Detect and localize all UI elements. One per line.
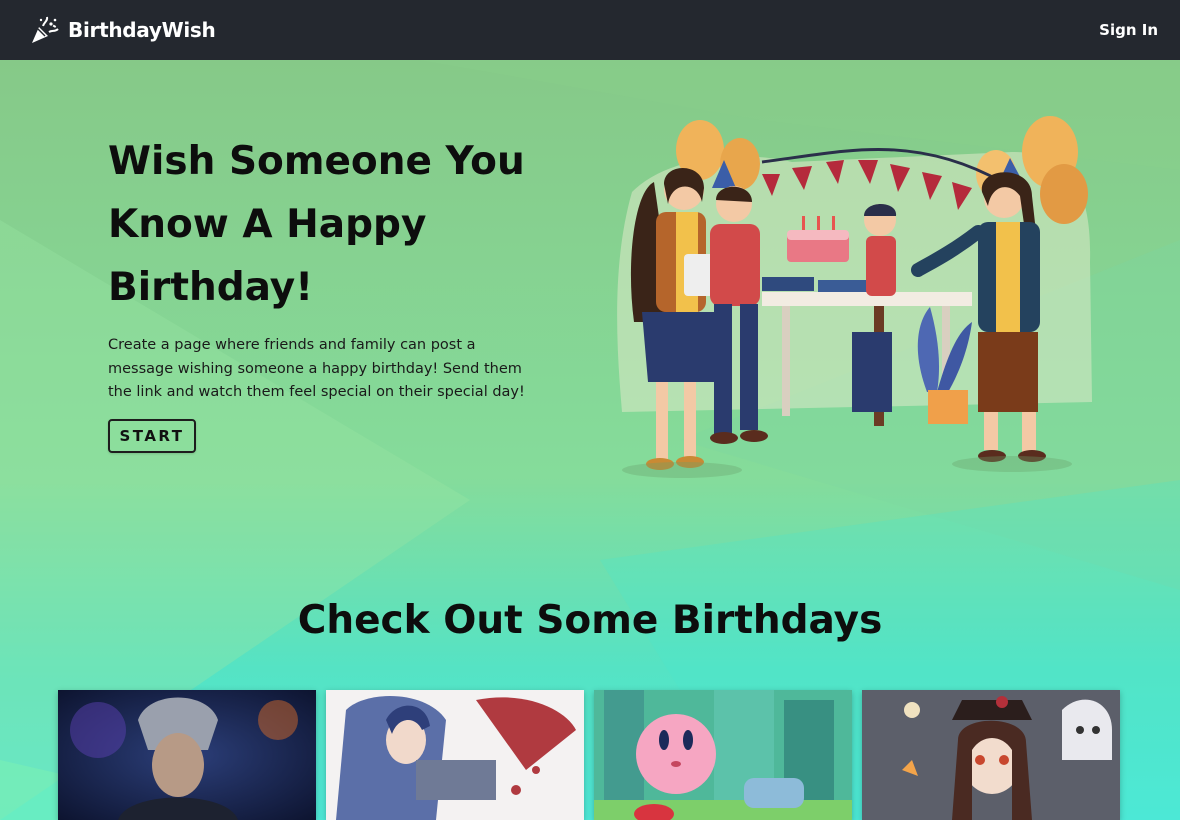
hero-title: Wish Someone You Know A Happy Birthday! bbox=[108, 139, 525, 310]
birthday-cards bbox=[58, 690, 1120, 820]
card-image-silver-haired-warrior bbox=[58, 690, 316, 820]
start-button[interactable]: START bbox=[108, 419, 196, 453]
birthday-card[interactable] bbox=[58, 690, 316, 820]
birthday-card[interactable] bbox=[594, 690, 852, 820]
brand-link[interactable]: BirthdayWish bbox=[30, 15, 216, 45]
sign-in-link[interactable]: Sign In bbox=[1099, 21, 1158, 39]
party-popper-icon bbox=[32, 16, 59, 43]
brand-name: BirthdayWish bbox=[68, 18, 216, 42]
card-image-pink-round-character-city bbox=[594, 690, 852, 820]
hero-description: Create a page where friends and family c… bbox=[108, 337, 525, 400]
birthday-party-illustration bbox=[617, 116, 1092, 478]
section-title: Check Out Some Birthdays bbox=[297, 598, 883, 643]
card-image-blue-haired-swordswoman bbox=[326, 690, 584, 820]
birthday-card[interactable] bbox=[862, 690, 1120, 820]
card-image-girl-with-hat-and-ghost bbox=[862, 690, 1120, 820]
top-navbar: BirthdayWish Sign In bbox=[0, 0, 1180, 60]
birthday-card[interactable] bbox=[326, 690, 584, 820]
